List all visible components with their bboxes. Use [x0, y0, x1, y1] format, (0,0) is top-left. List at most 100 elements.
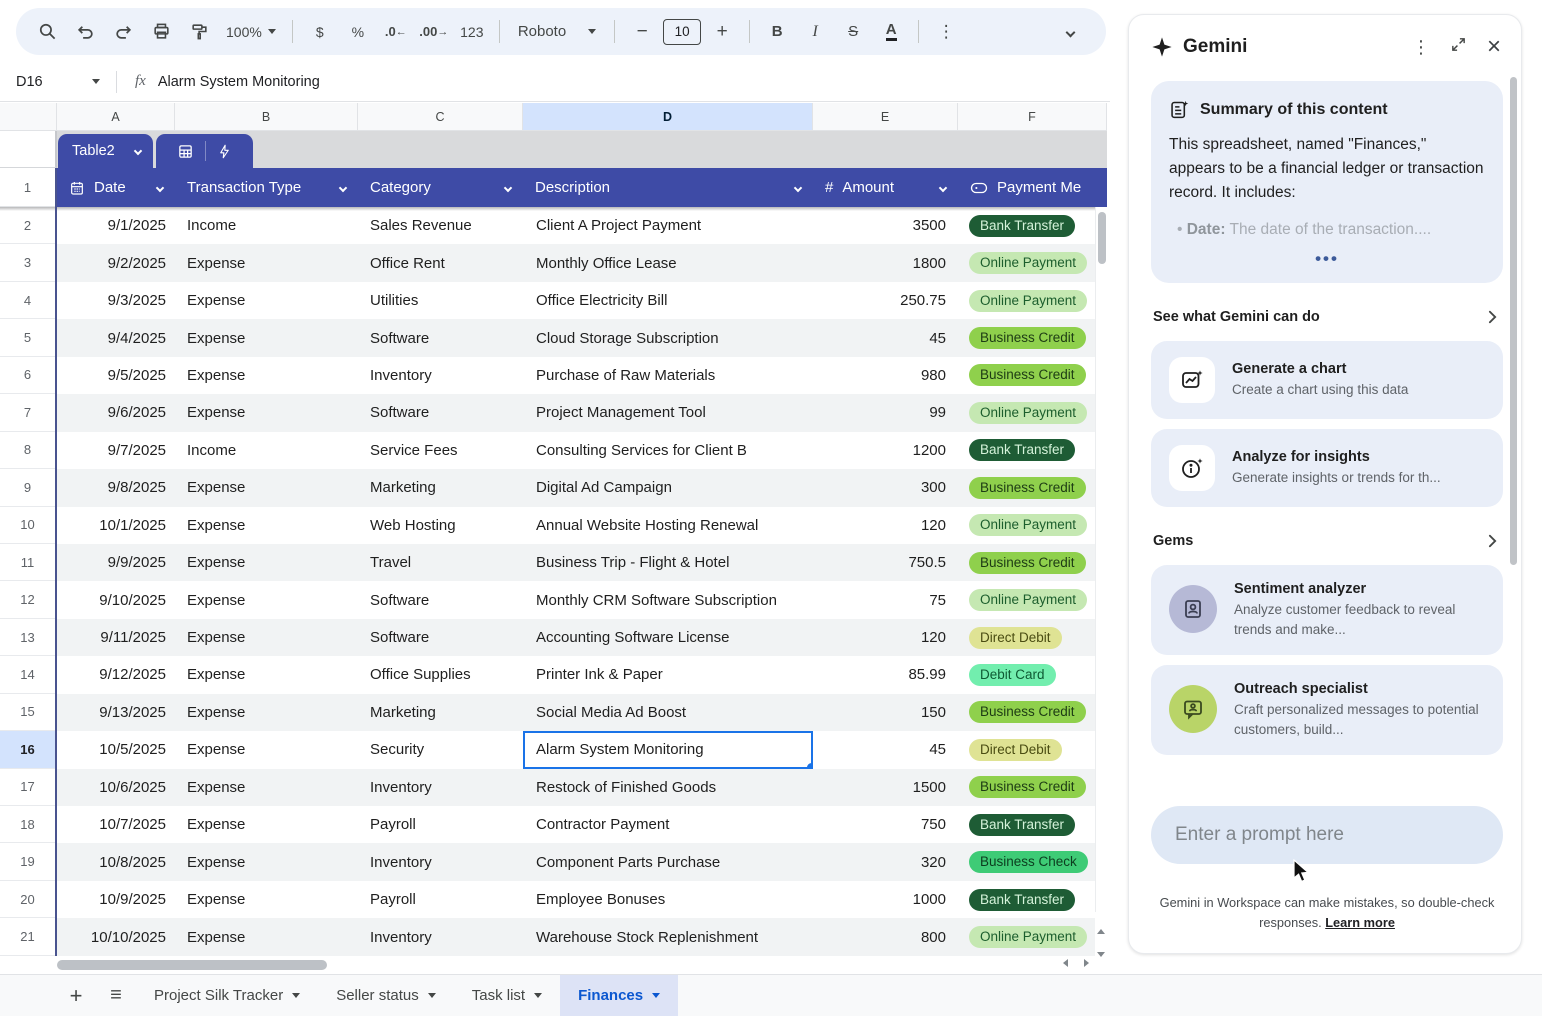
cell-amount[interactable]: 800 [813, 918, 958, 955]
cell-description[interactable]: Employee Bonuses [523, 881, 813, 918]
cell-payment-method[interactable]: Online Payment [958, 918, 1107, 955]
decrease-font-size-button[interactable]: − [625, 15, 659, 49]
cell-amount[interactable]: 1000 [813, 881, 958, 918]
row-number[interactable]: 6 [0, 357, 57, 394]
cell-date[interactable]: 10/1/2025 [57, 507, 175, 544]
increase-decimal-button[interactable]: .00→ [417, 15, 451, 49]
cell-description[interactable]: Annual Website Hosting Renewal [523, 507, 813, 544]
row-number[interactable]: 20 [0, 881, 57, 918]
cell-amount[interactable]: 120 [813, 619, 958, 656]
undo-button[interactable] [68, 15, 102, 49]
vertical-scrollbar-thumb[interactable] [1098, 212, 1106, 264]
add-sheet-button[interactable]: + [56, 976, 96, 1016]
row-number[interactable]: 12 [0, 581, 57, 618]
row-number[interactable]: 17 [0, 769, 57, 806]
learn-more-link[interactable]: Learn more [1325, 915, 1395, 930]
cell-description[interactable]: Cloud Storage Subscription [523, 319, 813, 356]
cell-transaction-type[interactable]: Expense [175, 656, 358, 693]
cell-description[interactable]: Monthly CRM Software Subscription [523, 581, 813, 618]
cell-transaction-type[interactable]: Expense [175, 694, 358, 731]
prompt-input[interactable] [1175, 824, 1479, 846]
font-size-input[interactable]: 10 [663, 19, 701, 45]
currency-format-button[interactable]: $ [303, 15, 337, 49]
cell-payment-method[interactable]: Bank Transfer [958, 881, 1107, 918]
cell-transaction-type[interactable]: Expense [175, 843, 358, 880]
cell-amount[interactable]: 750 [813, 806, 958, 843]
cell-payment-method[interactable]: Business Credit [958, 319, 1107, 356]
cell-payment-method[interactable]: Business Check [958, 843, 1107, 880]
column-header-b[interactable]: B [175, 103, 358, 131]
bold-button[interactable]: B [760, 15, 794, 49]
cell-payment-method[interactable]: Online Payment [958, 282, 1107, 319]
cell-category[interactable]: Inventory [358, 843, 523, 880]
gem-sentiment-analyzer[interactable]: Sentiment analyzer Analyze customer feed… [1151, 565, 1503, 655]
cell-date[interactable]: 9/8/2025 [57, 469, 175, 506]
row-number[interactable]: 9 [0, 469, 57, 506]
name-box[interactable]: D16 [0, 74, 112, 90]
cell-amount[interactable]: 1500 [813, 769, 958, 806]
cell-amount[interactable]: 250.75 [813, 282, 958, 319]
cell-category[interactable]: Software [358, 319, 523, 356]
cell-payment-method[interactable]: Direct Debit [958, 731, 1107, 768]
table-column-transaction-type[interactable]: Transaction Type [175, 168, 358, 207]
cell-amount[interactable]: 980 [813, 357, 958, 394]
cell-transaction-type[interactable]: Expense [175, 806, 358, 843]
row-number[interactable]: 14 [0, 656, 57, 693]
column-header-c[interactable]: C [358, 103, 523, 131]
cell-transaction-type[interactable]: Expense [175, 581, 358, 618]
cell-category[interactable]: Software [358, 619, 523, 656]
cell-description[interactable]: Printer Ink & Paper [523, 656, 813, 693]
italic-button[interactable]: I [798, 15, 832, 49]
sheet-tab-finances[interactable]: Finances [560, 975, 678, 1016]
cell-amount[interactable]: 150 [813, 694, 958, 731]
cell-description[interactable]: Contractor Payment [523, 806, 813, 843]
cell-category[interactable]: Sales Revenue [358, 207, 523, 244]
column-header-f[interactable]: F [958, 103, 1107, 131]
cell-category[interactable]: Service Fees [358, 432, 523, 469]
cell-transaction-type[interactable]: Expense [175, 244, 358, 281]
cell-date[interactable]: 9/7/2025 [57, 432, 175, 469]
row-number[interactable]: 18 [0, 806, 57, 843]
cell-date[interactable]: 9/2/2025 [57, 244, 175, 281]
cell-description[interactable]: Consulting Services for Client B [523, 432, 813, 469]
cell-category[interactable]: Marketing [358, 469, 523, 506]
horizontal-scrollbar[interactable] [0, 956, 1107, 974]
row-number[interactable]: 7 [0, 394, 57, 431]
cell-payment-method[interactable]: Bank Transfer [958, 806, 1107, 843]
column-header-d[interactable]: D [523, 103, 813, 131]
cell-payment-method[interactable]: Business Credit [958, 469, 1107, 506]
cell-payment-method[interactable]: Online Payment [958, 394, 1107, 431]
cell-category[interactable]: Payroll [358, 806, 523, 843]
cell-transaction-type[interactable]: Expense [175, 469, 358, 506]
summary-card[interactable]: Summary of this content This spreadsheet… [1151, 81, 1503, 283]
cell-category[interactable]: Software [358, 394, 523, 431]
table-view-icon[interactable] [166, 141, 205, 161]
cell-date[interactable]: 9/4/2025 [57, 319, 175, 356]
more-formats-button[interactable]: 123 [455, 15, 489, 49]
lightning-icon[interactable] [205, 141, 243, 161]
cell-amount[interactable]: 750.5 [813, 544, 958, 581]
redo-button[interactable] [106, 15, 140, 49]
row-number[interactable]: 5 [0, 319, 57, 356]
table-column-date[interactable]: Date [57, 168, 175, 207]
row-number[interactable]: 15 [0, 694, 57, 731]
cell-payment-method[interactable]: Online Payment [958, 507, 1107, 544]
cell-amount[interactable]: 99 [813, 394, 958, 431]
cell-transaction-type[interactable]: Income [175, 432, 358, 469]
text-color-button[interactable]: A [886, 22, 897, 41]
column-header-a[interactable]: A [57, 103, 175, 131]
close-icon[interactable]: × [1487, 35, 1501, 59]
panel-more-options-icon[interactable]: ⋮ [1412, 37, 1430, 58]
cell-date[interactable]: 10/7/2025 [57, 806, 175, 843]
cell-description[interactable]: Purchase of Raw Materials [523, 357, 813, 394]
table-column-payment-method[interactable]: Payment Me [958, 168, 1107, 207]
cell-description[interactable]: Digital Ad Campaign [523, 469, 813, 506]
row-number[interactable]: 10 [0, 507, 57, 544]
cell-date[interactable]: 9/6/2025 [57, 394, 175, 431]
scroll-down-arrow[interactable] [1097, 952, 1105, 957]
cell-category[interactable]: Travel [358, 544, 523, 581]
cell-transaction-type[interactable]: Expense [175, 319, 358, 356]
cell-payment-method[interactable]: Bank Transfer [958, 207, 1107, 244]
font-family-select[interactable]: Roboto [510, 23, 604, 40]
cell-date[interactable]: 10/6/2025 [57, 769, 175, 806]
